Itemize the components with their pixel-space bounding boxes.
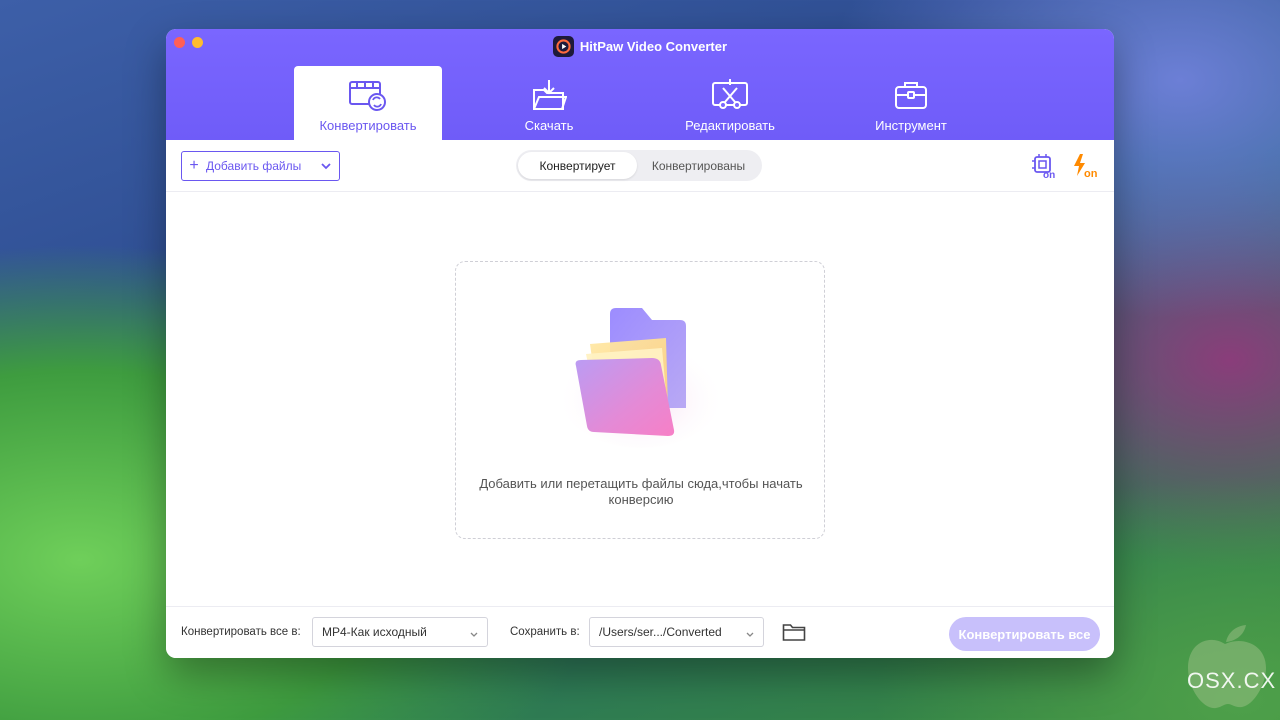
edit-scissors-icon <box>711 78 749 112</box>
app-title: HitPaw Video Converter <box>579 38 728 54</box>
title-bar: HitPaw Video Converter <box>166 35 1114 57</box>
output-format-select[interactable]: MP4-Как исходный <box>312 617 488 647</box>
add-files-button[interactable]: + Добавить файлы <box>181 151 340 181</box>
bottom-bar: Конвертировать все в: MP4-Как исходный С… <box>166 606 1114 658</box>
file-drop-zone[interactable]: Добавить или перетащить файлы сюда,чтобы… <box>455 261 825 539</box>
output-format-value: MP4-Как исходный <box>322 625 427 639</box>
chevron-down-icon <box>469 629 479 643</box>
tab-label: Инструмент <box>875 118 947 133</box>
add-files-label: Добавить файлы <box>206 159 302 173</box>
toolbox-icon <box>893 78 929 112</box>
toolbar: + Добавить файлы Конвертирует Конвертиро… <box>166 140 1114 192</box>
plus-icon: + <box>189 157 199 174</box>
convert-all-to-label: Конвертировать все в: <box>181 626 301 638</box>
app-logo-icon <box>552 35 574 57</box>
watermark-text: OSX.CX <box>1187 668 1277 693</box>
lightning-mode-state: on <box>1084 168 1098 179</box>
film-convert-icon <box>348 78 388 112</box>
drop-zone-hint: Добавить или перетащить файлы сюда,чтобы… <box>479 476 803 507</box>
lightning-mode-icon[interactable]: on <box>1071 153 1099 184</box>
open-folder-icon[interactable] <box>782 622 806 647</box>
tab-label: Конвертировать <box>319 118 417 133</box>
watermark-apple-icon <box>1180 622 1270 712</box>
tab-convert[interactable]: Конвертировать <box>294 66 442 140</box>
chevron-down-icon <box>745 629 755 643</box>
save-to-label: Сохранить в: <box>510 626 580 638</box>
tab-toolbox[interactable]: Инструмент <box>837 66 985 140</box>
header-bar: HitPaw Video Converter Конвертировать Ск… <box>166 29 1114 140</box>
tab-label: Редактировать <box>685 118 775 133</box>
output-path-value: /Users/ser.../Converted <box>599 625 722 639</box>
chevron-down-icon[interactable] <box>320 160 332 175</box>
output-path-select[interactable]: /Users/ser.../Converted <box>589 617 764 647</box>
tab-converted[interactable]: Конвертированы <box>637 152 760 179</box>
convert-all-button[interactable]: Конвертировать все <box>949 617 1100 651</box>
status-segmented-control: Конвертирует Конвертированы <box>516 150 762 181</box>
tab-edit[interactable]: Редактировать <box>656 66 804 140</box>
app-window: HitPaw Video Converter Конвертировать Ск… <box>166 29 1114 658</box>
folder-illustration-icon <box>556 298 726 453</box>
hardware-acceleration-icon[interactable]: on <box>1031 153 1057 184</box>
hw-accel-state: on <box>1043 170 1055 179</box>
tab-label: Скачать <box>524 118 574 133</box>
tab-converting[interactable]: Конвертирует <box>518 152 637 179</box>
tab-download[interactable]: Скачать <box>475 66 623 140</box>
download-folder-icon <box>531 78 567 112</box>
